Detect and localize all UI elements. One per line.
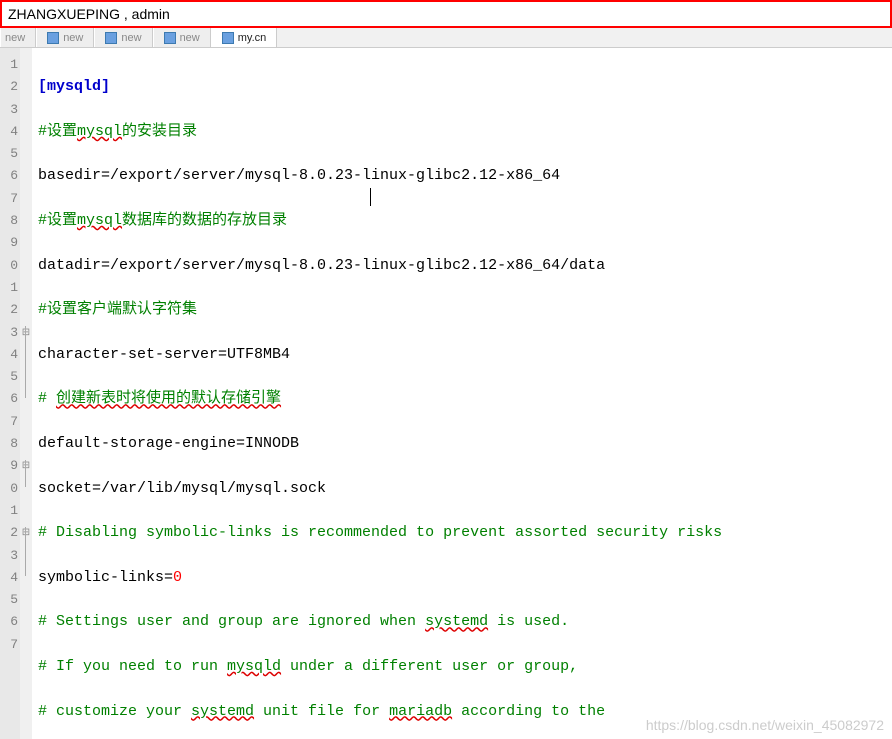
code-text: is used. xyxy=(488,613,569,630)
tab-new-2[interactable]: new xyxy=(36,28,94,47)
code-text: #设置客户端默认字符集 xyxy=(38,301,197,318)
code-text: under a different user or group, xyxy=(281,658,578,675)
tab-label: new xyxy=(180,32,200,44)
tab-label: my.cn xyxy=(238,32,267,44)
code-text: [mysqld] xyxy=(38,78,110,95)
title-bar: ZHANGXUEPING , admin xyxy=(0,0,892,28)
code-text: datadir=/export/server/mysql-8.0.23-linu… xyxy=(38,257,605,274)
code-text: #设置 xyxy=(38,123,77,140)
code-text: symbolic-links= xyxy=(38,569,173,586)
watermark: https://blog.csdn.net/weixin_45082972 xyxy=(646,717,884,733)
tab-my-cnf[interactable]: my.cn xyxy=(211,28,278,47)
editor: 123456789012345678901234567 ⊟ ⊟ ⊟ [mysql… xyxy=(0,48,892,739)
tab-new-3[interactable]: new xyxy=(94,28,152,47)
line-number-gutter: 123456789012345678901234567 xyxy=(0,48,20,739)
tab-bar: new new new new my.cn xyxy=(0,28,892,48)
code-text: # Settings user and group are ignored wh… xyxy=(38,613,425,630)
code-text: socket=/var/lib/mysql/mysql.sock xyxy=(38,480,326,497)
code-text: # Disabling symbolic-links is recommende… xyxy=(38,524,722,541)
code-text: systemd xyxy=(191,703,254,720)
file-icon xyxy=(105,32,117,44)
tab-new-1[interactable]: new xyxy=(0,28,36,47)
code-text: 的安装目录 xyxy=(122,123,197,140)
text-cursor xyxy=(370,188,371,206)
file-icon xyxy=(47,32,59,44)
code-text: # If you need to run xyxy=(38,658,227,675)
fold-minus-icon[interactable]: ⊟ xyxy=(20,522,32,544)
code-text: # xyxy=(38,390,56,407)
code-area[interactable]: [mysqld] #设置mysql的安装目录 basedir=/export/s… xyxy=(32,48,892,739)
title-text: ZHANGXUEPING , admin xyxy=(8,6,170,22)
code-text: mysql xyxy=(77,123,122,140)
code-text: 数据库的数据的存放目录 xyxy=(122,212,287,229)
code-text: unit file for xyxy=(254,703,389,720)
code-text: #设置 xyxy=(38,212,77,229)
code-text: # customize your xyxy=(38,703,191,720)
tab-label: new xyxy=(63,32,83,44)
code-text: according to the xyxy=(452,703,605,720)
fold-minus-icon[interactable]: ⊟ xyxy=(20,322,32,344)
tab-label: new xyxy=(121,32,141,44)
code-text: mariadb xyxy=(389,703,452,720)
file-icon xyxy=(222,32,234,44)
code-text: mysql xyxy=(77,212,122,229)
code-text: default-storage-engine=INNODB xyxy=(38,435,299,452)
code-text: character-set-server=UTF8MB4 xyxy=(38,346,290,363)
fold-column[interactable]: ⊟ ⊟ ⊟ xyxy=(20,48,32,739)
tab-new-4[interactable]: new xyxy=(153,28,211,47)
code-text: systemd xyxy=(425,613,488,630)
code-text: 0 xyxy=(173,569,182,586)
code-text: basedir=/export/server/mysql-8.0.23-linu… xyxy=(38,167,560,184)
code-text: mysqld xyxy=(227,658,281,675)
fold-minus-icon[interactable]: ⊟ xyxy=(20,455,32,477)
code-text: 创建新表时将使用的默认存储引擎 xyxy=(56,390,281,407)
file-icon xyxy=(164,32,176,44)
tab-label: new xyxy=(5,32,25,44)
